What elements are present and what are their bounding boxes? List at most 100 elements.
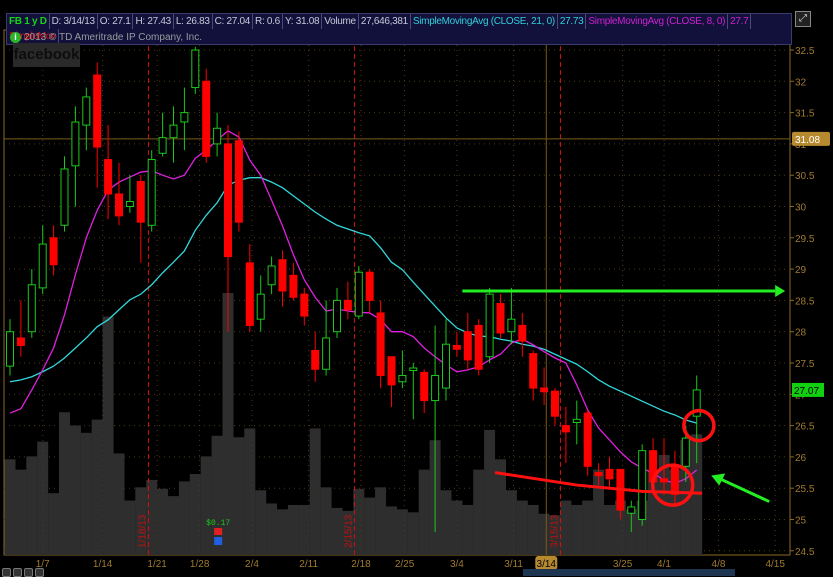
volume-bar: [516, 500, 528, 555]
volume-bar: [582, 500, 594, 555]
volume-bar: [244, 428, 256, 555]
candle-down: [518, 324, 527, 342]
candle-down: [93, 74, 102, 148]
volume-bar: [15, 469, 27, 555]
price-tick-label: 31.5: [795, 109, 815, 120]
volume-bar: [331, 507, 343, 555]
volume-bar: [353, 488, 365, 555]
candle-up: [82, 96, 91, 126]
candle-up: [38, 243, 47, 289]
volume-bar: [113, 453, 125, 555]
dividend-label: $0.17: [206, 519, 230, 528]
candle-down: [452, 344, 461, 350]
price-tick-label: 30.5: [795, 171, 815, 182]
candle-up: [27, 284, 36, 333]
volume-bar: [505, 490, 517, 555]
volume-bar: [484, 429, 496, 555]
candle-up: [627, 506, 636, 514]
event-label: 1/18/13: [137, 514, 148, 548]
candle-up: [267, 265, 276, 286]
candle-down: [343, 299, 352, 311]
volume-bar: [200, 456, 212, 555]
info-icon[interactable]: i: [10, 32, 21, 43]
date-tick-label: 1/21: [147, 559, 167, 570]
close-field: C: 27.04: [213, 14, 254, 29]
volume-label: Volume: [322, 14, 359, 29]
candle-down: [278, 259, 287, 292]
candle-down: [420, 371, 429, 402]
price-tick-label: 32: [795, 77, 807, 88]
dividend-icon: [214, 537, 223, 545]
candle-up: [409, 367, 418, 372]
date-tick-label: 2/11: [299, 559, 318, 570]
volume-bar: [571, 504, 583, 555]
candle-down: [300, 293, 309, 317]
candle-up: [638, 450, 647, 521]
candle-up: [398, 375, 407, 383]
copyright-notice: i 2013 © TD Ameritrade IP Company, Inc.: [10, 32, 202, 43]
date-tick-label: 2/4: [245, 559, 259, 570]
date-tick-label: 2/25: [395, 559, 415, 570]
volume-bar: [255, 490, 267, 555]
candle-up: [322, 337, 331, 370]
volume-bar: [462, 504, 474, 555]
date-tick-label: 2/18: [351, 559, 371, 570]
price-tick-label: 28.5: [795, 296, 815, 307]
candle-down: [583, 412, 592, 467]
candle-up: [256, 293, 265, 320]
candle-down: [474, 324, 483, 370]
volume-bar: [604, 504, 615, 555]
volume-bar: [473, 469, 485, 555]
range-field: R: 0.6: [253, 14, 283, 29]
candle-down: [496, 303, 505, 334]
candle-down: [561, 425, 570, 433]
volume-bar: [37, 441, 49, 555]
price-tick-label: 25.5: [795, 484, 815, 495]
candle-down: [224, 143, 232, 258]
price-tick-label: 28: [795, 328, 807, 339]
volume-bar: [168, 496, 179, 555]
open-field: O: 27.1: [98, 14, 134, 29]
volume-bar: [178, 481, 190, 555]
candle-up: [431, 375, 440, 402]
volume-bar: [233, 437, 245, 555]
low-field: L: 26.83: [174, 14, 213, 29]
date-tick-label: 3/11: [504, 559, 523, 570]
event-label: 3/15/13: [549, 514, 560, 548]
candle-down: [376, 312, 385, 377]
volume-bar: [48, 493, 60, 555]
last-price-label: 27.07: [794, 386, 819, 397]
symbol-label[interactable]: FB 1 y D: [7, 14, 50, 29]
candle-down: [202, 80, 211, 157]
candle-down: [660, 478, 668, 483]
candle-down: [540, 387, 549, 393]
candle-down: [115, 193, 123, 217]
candle-up: [60, 168, 69, 226]
volume-bar: [309, 428, 321, 555]
candle-down: [104, 159, 113, 195]
volume-bar: [287, 504, 299, 555]
time-scrollbar[interactable]: [523, 569, 735, 576]
expand-icon[interactable]: ⤢: [795, 11, 811, 27]
sma21-label[interactable]: SimpleMovingAvg (CLOSE, 21, 0): [411, 14, 558, 29]
candle-up: [71, 121, 80, 167]
company-logo: facebook: [13, 43, 80, 67]
volume-bar: [69, 425, 81, 555]
candle-up: [169, 124, 178, 139]
candle-down: [529, 353, 538, 389]
volume-bar: [91, 419, 103, 555]
volume-bar: [80, 432, 92, 555]
volume-bar: [4, 459, 16, 555]
volume-bar: [298, 504, 310, 555]
candle-down: [289, 274, 298, 298]
high-field: H: 27.43: [133, 14, 174, 29]
date-tick-label: 3/4: [450, 559, 464, 570]
candle-up: [354, 271, 363, 317]
volume-bar: [375, 487, 387, 555]
price-chart[interactable]: 32.53231.53130.53029.52928.52827.52726.5…: [0, 0, 833, 576]
candle-down: [49, 237, 58, 266]
candle-up: [180, 112, 189, 123]
candle-down: [234, 140, 243, 223]
volume-bar: [189, 474, 201, 555]
sma8-label[interactable]: SimpleMovingAvg (CLOSE, 8, 0): [586, 14, 729, 29]
